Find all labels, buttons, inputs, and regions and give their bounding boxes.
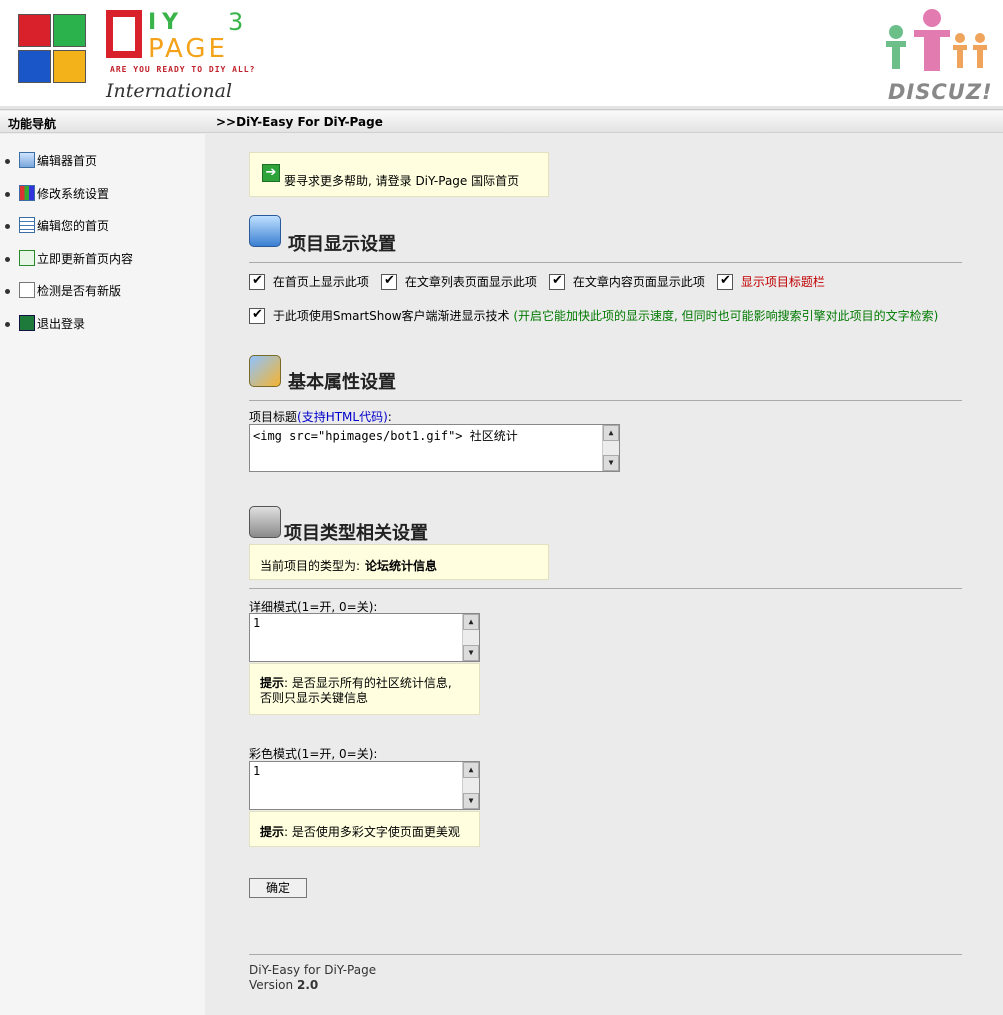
checkbox-show-on-list[interactable]: 在文章列表页面显示此项: [381, 273, 537, 290]
submit-button[interactable]: 确定: [249, 878, 307, 898]
section-type-title: 项目类型相关设置: [284, 523, 428, 544]
color-mode-label: 彩色模式(1=开, 0=关):: [249, 747, 378, 761]
checkbox-show-on-home[interactable]: 在首页上显示此项: [249, 273, 369, 290]
brand-iy: IY: [148, 10, 185, 35]
scroll-up-icon[interactable]: ▲: [603, 425, 619, 441]
footer-product: DiY-Easy for DiY-Page: [249, 963, 377, 977]
nav-bar: 功能导航 >>DiY-Easy For DiY-Page: [0, 111, 1003, 133]
scroll-down-icon[interactable]: ▼: [463, 793, 479, 809]
brand-page: PAGE: [148, 34, 228, 64]
color-mode-hint: 提示: 是否使用多彩文字使页面更美观: [249, 811, 480, 847]
main-content: ➔ 要寻求更多帮助, 请登录 DiY-Page 国际首页 项目显示设置 在首页上…: [205, 134, 1003, 1015]
scrollbar[interactable]: ▲ ▼: [462, 614, 479, 661]
checkbox-label: 在文章内容页面显示此项: [572, 275, 705, 289]
discuz-text: DISCUZ!: [888, 80, 993, 104]
section-display-title: 项目显示设置: [288, 234, 396, 255]
checkbox-show-title-bar[interactable]: 显示项目标题栏: [717, 273, 825, 290]
header: IY 3 PAGE ARE YOU READY TO DIY ALL? Inte…: [0, 0, 1003, 110]
scroll-down-icon[interactable]: ▼: [463, 645, 479, 661]
detail-mode-input[interactable]: 1 ▲ ▼: [249, 613, 480, 662]
checkbox-label: 在文章列表页面显示此项: [404, 275, 537, 289]
sidebar-item-label[interactable]: 退出登录: [37, 317, 85, 331]
scrollbar[interactable]: ▲ ▼: [462, 762, 479, 809]
arrow-right-icon: ➔: [262, 164, 280, 182]
sidebar-item-logout[interactable]: 退出登录: [0, 314, 205, 347]
hint-bold: 提示: [260, 676, 285, 690]
color-mode-value: 1: [253, 764, 261, 778]
color-mode-input[interactable]: 1 ▲ ▼: [249, 761, 480, 810]
settings-icon: [19, 184, 35, 201]
brand-version: 3: [228, 8, 244, 36]
checkbox[interactable]: [549, 273, 565, 290]
sidebar-item-label[interactable]: 编辑器首页: [37, 154, 97, 168]
checkbox-smartshow[interactable]: 于此项使用SmartShow客户端渐进显示技术 (开启它能加快此项的显示速度, …: [249, 307, 938, 324]
checkbox[interactable]: [381, 273, 397, 290]
footer-version: Version 2.0: [249, 978, 376, 993]
hint-line2: 否则只显示关键信息: [260, 691, 369, 705]
help-text[interactable]: 要寻求更多帮助, 请登录 DiY-Page 国际首页: [284, 172, 519, 189]
sidebar: 编辑器首页 修改系统设置 编辑您的首页 立即更新首页内容 检测是否有新版 退出登…: [0, 134, 205, 1015]
title-html-value: <img src="hpimages/bot1.gif"> 社区统计: [253, 429, 518, 443]
page-icon: [19, 217, 35, 233]
subtitle: International: [106, 80, 233, 102]
sidebar-item-label[interactable]: 立即更新首页内容: [37, 252, 133, 266]
sidebar-item-label[interactable]: 检测是否有新版: [37, 284, 121, 298]
checkbox[interactable]: [717, 273, 733, 290]
footer-divider: [249, 954, 962, 955]
header-divider: [0, 106, 1003, 109]
title-html-input[interactable]: <img src="hpimages/bot1.gif"> 社区统计 ▲ ▼: [249, 424, 620, 472]
hint-line1: : 是否显示所有的社区统计信息,: [284, 676, 452, 690]
discuz-logo-icon: DISCUZ!: [880, 8, 992, 104]
smartshow-label: 于此项使用SmartShow客户端渐进显示技术: [272, 309, 510, 323]
scroll-up-icon[interactable]: ▲: [463, 762, 479, 778]
title-field-label: 项目标题(支持HTML代码):: [249, 408, 392, 425]
detail-mode-value: 1: [253, 616, 261, 630]
checkbox-label: 在首页上显示此项: [272, 275, 369, 289]
sidebar-item-refresh-content[interactable]: 立即更新首页内容: [0, 249, 205, 282]
help-notice: ➔ 要寻求更多帮助, 请登录 DiY-Page 国际首页: [249, 152, 549, 197]
footer: DiY-Easy for DiY-Page Version 2.0: [249, 963, 376, 993]
search-doc-icon: [19, 282, 35, 298]
section-divider: [249, 400, 962, 401]
breadcrumb: >>DiY-Easy For DiY-Page: [216, 115, 383, 129]
section-divider: [249, 262, 962, 263]
refresh-icon: [19, 249, 35, 266]
editor-icon: [19, 152, 35, 168]
current-type-label: 当前项目的类型为:: [260, 559, 361, 573]
type-settings-icon: [249, 506, 281, 538]
scrollbar[interactable]: ▲ ▼: [602, 425, 619, 471]
version-label: Version: [249, 978, 294, 992]
sidebar-item-check-update[interactable]: 检测是否有新版: [0, 281, 205, 314]
sidebar-item-editor-home[interactable]: 编辑器首页: [0, 151, 205, 184]
scroll-up-icon[interactable]: ▲: [463, 614, 479, 630]
hint-bold: 提示: [260, 825, 285, 839]
field-label-note: (支持HTML代码): [297, 410, 388, 424]
section-divider: [249, 588, 962, 589]
version-value: 2.0: [296, 978, 319, 992]
sidebar-item-system-settings[interactable]: 修改系统设置: [0, 184, 205, 217]
scroll-down-icon[interactable]: ▼: [603, 455, 619, 471]
sidebar-item-edit-homepage[interactable]: 编辑您的首页: [0, 216, 205, 249]
checkbox[interactable]: [249, 273, 265, 290]
field-label-colon: :: [387, 410, 392, 424]
smartshow-note: (开启它能加快此项的显示速度, 但同时也可能影响搜索引擎对此项目的文字检索): [513, 309, 939, 323]
checkbox-show-on-article[interactable]: 在文章内容页面显示此项: [549, 273, 705, 290]
detail-mode-hint: 提示: 是否显示所有的社区统计信息, 否则只显示关键信息: [249, 663, 480, 715]
sidebar-item-label[interactable]: 编辑您的首页: [37, 219, 109, 233]
monitor-icon: [249, 215, 281, 247]
section-basic-title: 基本属性设置: [288, 372, 396, 393]
checkbox-label: 显示项目标题栏: [740, 275, 825, 289]
checkbox[interactable]: [249, 307, 265, 324]
current-type-notice: 当前项目的类型为: 论坛统计信息: [249, 544, 549, 580]
current-type-value: 论坛统计信息: [365, 559, 438, 573]
sidebar-item-label[interactable]: 修改系统设置: [37, 187, 109, 201]
nav-title: 功能导航: [8, 117, 57, 131]
logout-icon: [19, 314, 35, 331]
hint-text: : 是否使用多彩文字使页面更美观: [284, 825, 460, 839]
field-label-text: 项目标题: [249, 410, 298, 424]
diy-page-logo-icon: [16, 12, 88, 98]
properties-icon: [249, 355, 281, 387]
tagline: ARE YOU READY TO DIY ALL?: [110, 65, 256, 74]
